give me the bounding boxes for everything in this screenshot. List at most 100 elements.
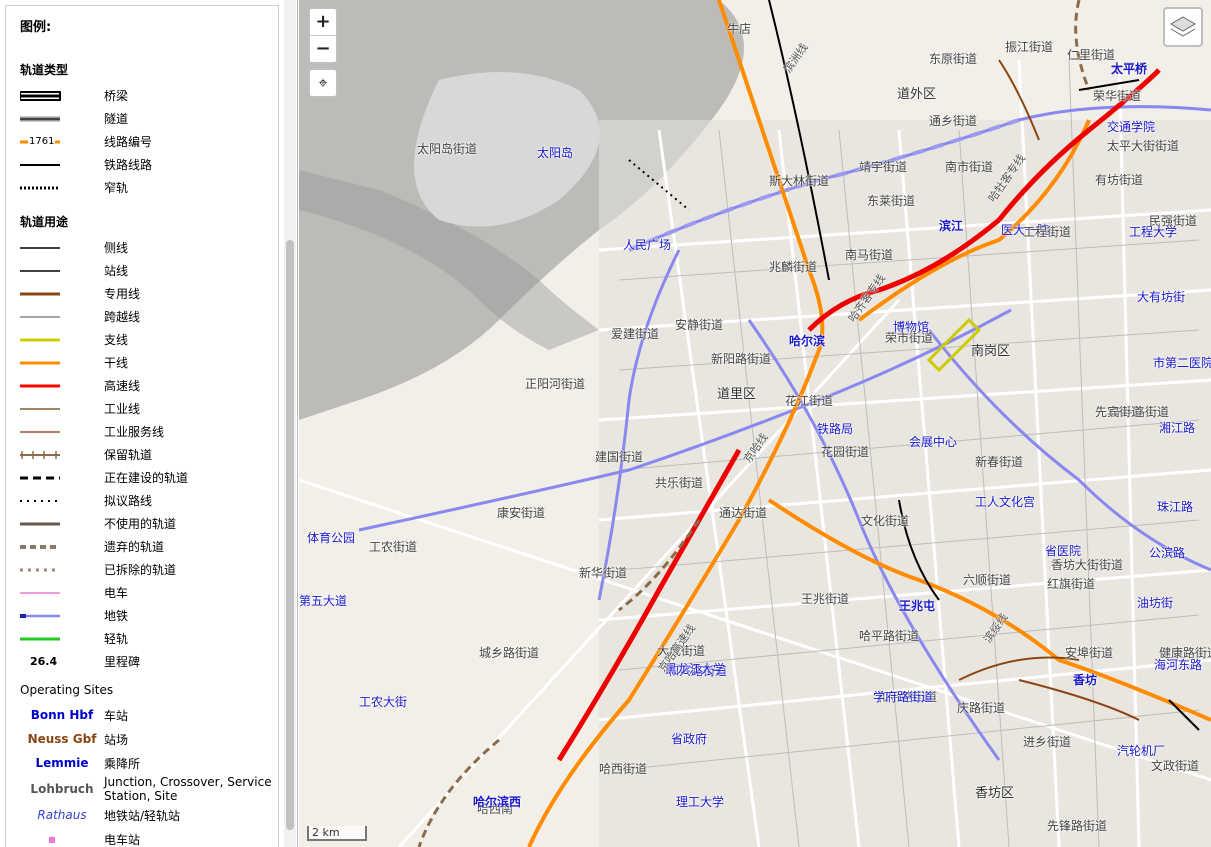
map-label: 香坊区	[975, 786, 1015, 801]
legend-label: 保留轨道	[104, 448, 153, 462]
map-label: 仁里街道	[1067, 48, 1116, 62]
layers-button[interactable]	[1163, 7, 1203, 47]
operating-site-label: 电车站	[104, 832, 141, 847]
legend-label: 工业线	[104, 402, 141, 416]
legend-symbol	[20, 356, 104, 370]
zoom-in-button[interactable]: +	[310, 9, 336, 36]
map-label: 工农大街	[359, 695, 408, 709]
operating-site-sample: Bonn Hbf	[30, 708, 94, 722]
layers-icon	[1170, 16, 1196, 37]
map-label: 文化街道	[861, 514, 910, 528]
milestone-sample: 26.4	[30, 655, 58, 668]
map-label: 城乡路街道	[479, 646, 540, 660]
legend-title: 图例:	[20, 20, 52, 35]
legend-symbol	[20, 632, 104, 646]
legend-row: 工业服务线	[20, 420, 278, 443]
map-label: 太阳岛街道	[417, 142, 478, 156]
locate-control: ⌖	[308, 68, 338, 98]
map-label: 省政府	[671, 732, 708, 746]
legend-label: 侧线	[104, 241, 129, 255]
legend-label: 桥梁	[104, 89, 129, 103]
legend-symbol	[20, 425, 104, 439]
operating-sites-heading: Operating Sites	[20, 683, 114, 697]
map-label: 通乡街道	[929, 114, 978, 128]
legend-row: 拟议路线	[20, 489, 278, 512]
map-label: 康安街道	[497, 506, 546, 520]
map-label: 道外区	[897, 87, 937, 102]
legend-scrollbar[interactable]	[284, 0, 296, 847]
map-label: 新春街道	[975, 455, 1024, 469]
scale-bar: 2 km	[307, 826, 367, 841]
map-label: 铁路局	[817, 422, 854, 436]
map-view[interactable]: 道外区 道里区 南岗区 香坊区 太阳岛街道 振江街道 东原街道 靖宇街道 南市街道 斯大林街道 东莱…	[299, 0, 1211, 847]
map-label: 南马街道	[845, 248, 894, 262]
legend-row: 正在建设的轨道	[20, 466, 278, 489]
legend-row: 高速线	[20, 374, 278, 397]
map-label: 公滨路	[1149, 546, 1186, 560]
map-label: 哈西街道	[599, 762, 648, 776]
operating-site-sample: Rathaus	[37, 808, 87, 822]
map-label: 新华街道	[579, 566, 628, 580]
legend-symbol	[20, 609, 104, 623]
map-label: 文政街道	[1151, 759, 1200, 773]
map-label: 工农街道	[369, 540, 418, 554]
operating-site-row: Rathaus 地铁站/轻轨站	[20, 803, 278, 827]
legend-symbol	[20, 563, 104, 577]
map-label: 红旗街道	[1047, 577, 1096, 591]
map-label: 学府路街道	[873, 690, 934, 704]
map-label: 交通学院	[1107, 120, 1156, 134]
legend-symbol	[20, 89, 104, 103]
map-label: 会展中心	[909, 435, 958, 449]
legend-row: 侧线	[20, 236, 278, 259]
usage-list: 侧线 站线 专用线 跨越线 支线 干线 高速线 工业线 工业服务线 保留轨道 正…	[20, 236, 278, 673]
legend-row: 跨越线	[20, 305, 278, 328]
map-label: 共乐街道	[655, 476, 704, 490]
zoom-out-button[interactable]: −	[310, 36, 336, 62]
map-label: 滨江	[939, 219, 964, 233]
legend-scroll-thumb[interactable]	[286, 240, 294, 830]
map-label: 兆麟街道	[769, 260, 818, 274]
map-label: 有坊街道	[1095, 173, 1144, 187]
legend-label: 专用线	[104, 287, 141, 301]
operating-site-label: 地铁站/轻轨站	[104, 808, 181, 823]
map-label: 道里区	[717, 387, 757, 402]
legend-symbol	[20, 379, 104, 393]
map-label: 汽轮机厂	[1117, 744, 1166, 758]
map-label: 体育公园	[307, 531, 356, 545]
legend-row: 保留轨道	[20, 443, 278, 466]
map-label: 海河东路	[1154, 658, 1203, 672]
map-label: 理工大学	[676, 795, 725, 809]
operating-site-label: Junction, Crossover, Service Station, Si…	[104, 775, 272, 803]
map-label: 南岗区	[971, 344, 1011, 359]
line-number-sample: 1761	[28, 136, 56, 147]
map-label: 进乡街道	[1023, 735, 1072, 749]
legend-row: 窄轨	[20, 176, 278, 199]
legend-label: 支线	[104, 333, 129, 347]
operating-sites-list: Bonn Hbf 车站 Neuss Gbf 站场 Lemmie 乘降所 Lohbruc…	[20, 703, 278, 847]
map-label: 太阳岛	[537, 146, 574, 160]
map-label: 第五大道	[299, 594, 348, 608]
map-label: 大有坊街	[1137, 290, 1186, 304]
operating-site-row: Neuss Gbf 站场	[20, 727, 278, 751]
operating-site-row: Lohbruch Junction, Crossover, Service St…	[20, 775, 278, 803]
zoom-control: + −	[308, 7, 338, 64]
map-label: 安埠街道	[1065, 646, 1114, 660]
locate-icon[interactable]: ⌖	[310, 70, 336, 96]
map-label: 斯大林街道	[769, 174, 830, 188]
legend-row: 工业线	[20, 397, 278, 420]
legend-label: 轻轨	[104, 632, 129, 646]
legend-label: 跨越线	[104, 310, 141, 324]
legend-label: 里程碑	[104, 655, 141, 669]
legend-row: 铁路线路	[20, 153, 278, 176]
map-label: 市第二医院	[1153, 356, 1211, 370]
operating-site-row: Lemmie 乘降所	[20, 751, 278, 775]
operating-site-label: 车站	[104, 708, 129, 723]
legend-label: 高速线	[104, 379, 141, 393]
legend-row: 电车	[20, 581, 278, 604]
map-label: 花江街道	[785, 394, 834, 408]
legend-symbol	[20, 287, 104, 301]
legend-symbol	[20, 181, 104, 195]
legend-row: 支线	[20, 328, 278, 351]
map-canvas	[299, 0, 1211, 847]
map-label: 工程大学	[1129, 225, 1178, 239]
